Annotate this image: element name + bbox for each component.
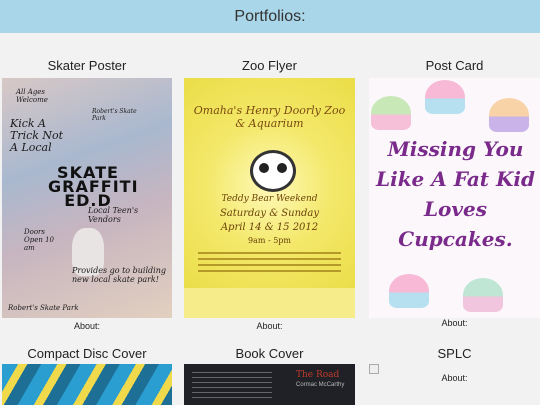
- flyer-footer: [184, 288, 355, 318]
- zoo-flyer-image[interactable]: Omaha's Henry Doorly Zoo & Aquarium Tedd…: [184, 78, 355, 318]
- post-card-image[interactable]: Missing You Like A Fat Kid Loves Cupcake…: [369, 78, 540, 318]
- card-title-compact-disc-cover: Compact Disc Cover: [27, 346, 147, 361]
- flyer-title: Omaha's Henry Doorly Zoo & Aquarium: [193, 104, 346, 130]
- card-title-skater-poster: Skater Poster: [47, 58, 127, 73]
- flyer-event: Teddy Bear Weekend: [221, 194, 318, 204]
- cupcake-icon: [425, 80, 465, 114]
- skater-poster-image[interactable]: All Ages Welcome Kick A Trick Not A Loca…: [2, 78, 172, 318]
- flyer-text-line: [198, 258, 341, 260]
- postcard-text: Missing You Like A Fat Kid Loves Cupcake…: [376, 137, 535, 251]
- compact-disc-cover-image[interactable]: [2, 364, 172, 405]
- book-cover-text-lines: [192, 372, 272, 398]
- about-label-skater-poster: About:: [73, 321, 101, 331]
- book-author: Cormac McCarthy: [296, 382, 345, 388]
- panda-icon: [250, 150, 296, 192]
- book-cover-image[interactable]: The Road Cormac McCarthy: [184, 364, 355, 405]
- poster-text-skate-park: Robert's Skate Park: [92, 108, 137, 122]
- header-bar: Portfolios:: [0, 0, 540, 33]
- flyer-dates: April 14 & 15 2012: [220, 222, 319, 233]
- flyer-text-line: [198, 252, 341, 254]
- card-title-zoo-flyer: Zoo Flyer: [242, 58, 297, 73]
- about-label-post-card: About:: [441, 318, 468, 328]
- about-label-splc: About:: [441, 373, 468, 383]
- page-title: Portfolios:: [234, 7, 306, 25]
- card-title-splc: SPLC: [437, 346, 472, 361]
- poster-text-footer: Robert's Skate Park: [8, 304, 79, 312]
- poster-text-vendors: Local Teen's Vendors: [88, 206, 139, 224]
- cupcake-icon: [489, 98, 529, 132]
- cupcake-icon: [463, 278, 503, 312]
- flyer-text-line: [198, 264, 341, 266]
- book-title: The Road: [296, 370, 340, 380]
- poster-text-skate-graffiti: SKATE GRAFFITI ED.D: [48, 163, 139, 210]
- flyer-days: Saturday & Sunday: [219, 208, 320, 219]
- flyer-text-line: [198, 270, 341, 272]
- poster-text-kick-trick: Kick A Trick Not A Local: [10, 117, 64, 154]
- card-title-post-card: Post Card: [425, 58, 484, 73]
- poster-text-doors-open: Doors Open 10 am: [24, 228, 55, 252]
- card-title-book-cover: Book Cover: [235, 346, 304, 361]
- poster-text-all-ages: All Ages Welcome: [16, 88, 48, 104]
- cupcake-icon: [389, 274, 429, 308]
- flyer-hours: 9am - 5pm: [247, 236, 292, 245]
- cupcake-icon: [371, 96, 411, 130]
- about-label-zoo-flyer: About:: [256, 321, 283, 331]
- poster-text-provides: Provides go to building new local skate …: [72, 266, 167, 284]
